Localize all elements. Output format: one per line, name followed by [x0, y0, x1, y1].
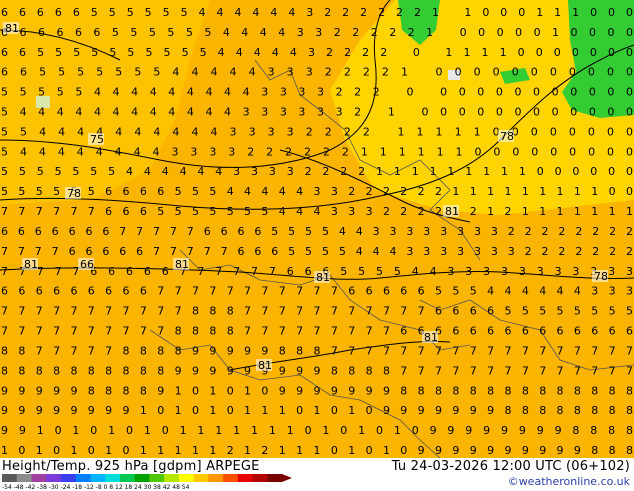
- colorbar-segment: [16, 474, 32, 482]
- contour-label: 81: [424, 331, 438, 344]
- contour-label: 66: [80, 258, 94, 271]
- colorbar-segment: [178, 474, 194, 482]
- contour-label: 78: [594, 270, 608, 283]
- colorbar-segment: [105, 474, 121, 482]
- colorbar-segment: [46, 474, 62, 482]
- colorbar-segment: [134, 474, 150, 482]
- forecast-time: Tu 24-03-2026 12:00 UTC (06+102): [391, 459, 630, 474]
- forecast-map: 6666655555544444432222221 1000111000 6666…: [0, 0, 634, 458]
- map-title: Height/Temp. 925 hPa [gdpm] ARPEGE: [2, 459, 260, 474]
- value-row: 666666555555444433222221 0000010000: [1, 26, 633, 39]
- contour-label: 81: [5, 22, 19, 35]
- colorbar-segment: [31, 474, 47, 482]
- contour-label: 81: [175, 258, 189, 271]
- colorbar-segment: [252, 474, 268, 482]
- value-row: 555554444444443333222 0 00000000000: [1, 86, 633, 99]
- colorbar-segment: [164, 474, 180, 482]
- colorbar: [2, 474, 292, 482]
- colorbar-segment: [149, 474, 165, 482]
- colorbar-segment: [237, 474, 253, 482]
- map-canvas: 6666655555544444432222221 1000111000 6666…: [0, 0, 634, 458]
- contour-label: 81: [24, 258, 38, 271]
- colorbar-segment: [193, 474, 209, 482]
- colorbar-segment: [2, 474, 18, 482]
- contour-label: 81: [316, 271, 330, 284]
- contour-label: 75: [90, 133, 104, 146]
- value-row: 54444444444443333332 1 000000000000: [1, 106, 633, 119]
- contour-label: 78: [500, 130, 514, 143]
- colorbar-segment: [75, 474, 91, 482]
- colorbar-segment: [60, 474, 76, 482]
- colorbar-segment: [90, 474, 106, 482]
- contour-label: 78: [67, 187, 81, 200]
- credit-link[interactable]: ©weatheronline.co.uk: [508, 475, 630, 488]
- contour-label: 81: [445, 205, 459, 218]
- colorbar-arrow: [282, 474, 292, 482]
- colorbar-segment: [267, 474, 283, 482]
- info-bar: Height/Temp. 925 hPa [gdpm] ARPEGE Tu 24…: [0, 458, 634, 491]
- colorbar-segment: [208, 474, 224, 482]
- colorbar-segment: [119, 474, 135, 482]
- colorbar-segment: [223, 474, 239, 482]
- contour-label: 81: [258, 359, 272, 372]
